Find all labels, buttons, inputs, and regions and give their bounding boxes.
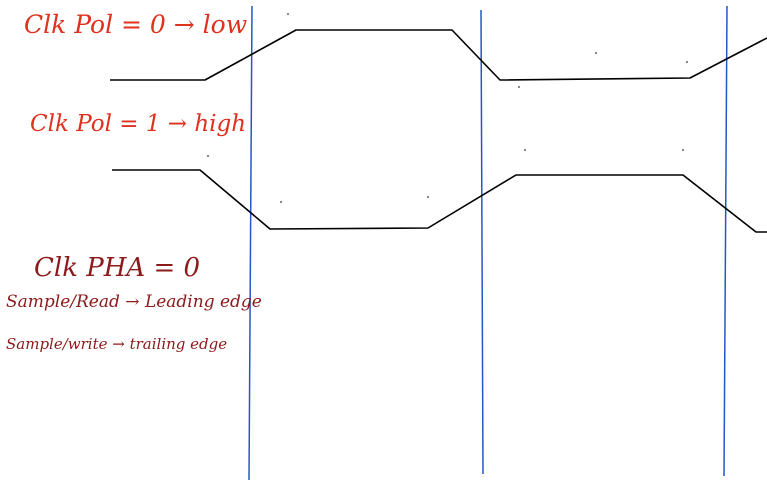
annotation-cpha: Clk PHA = 0 [34,253,200,283]
annotation-cpol1: Clk Pol = 1 → high [30,111,246,137]
annotation-sample-read: Sample/Read → Leading edge [6,292,262,312]
whiteboard-background [0,0,767,481]
annotation-cpol0: Clk Pol = 0 → low [24,10,247,39]
annotation-sample-write: Sample/write → trailing edge [6,335,227,353]
spi-clock-diagram: Clk Pol = 0 → low Clk Pol = 1 → high Clk… [0,0,767,481]
